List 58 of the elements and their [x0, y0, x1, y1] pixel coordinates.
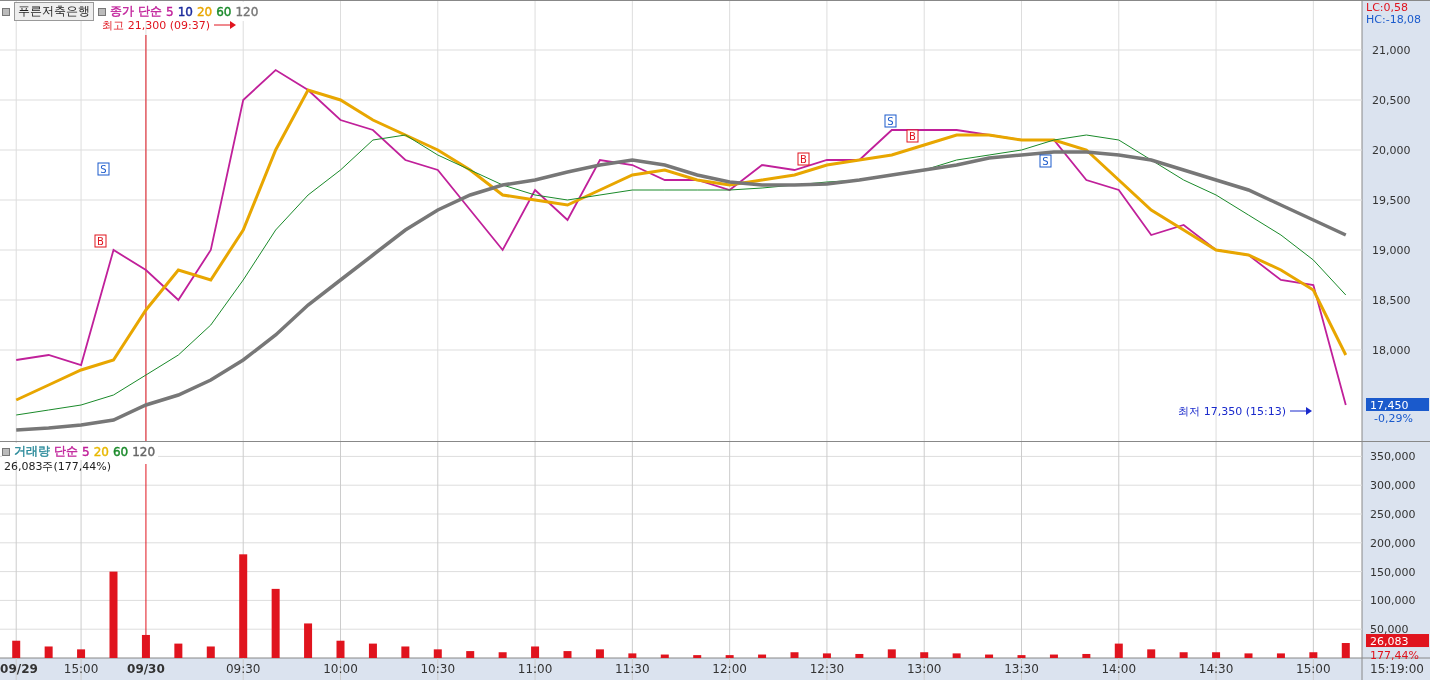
extreme-price-label: 최저 17,350 (15:13)	[1178, 405, 1286, 418]
signal-marker: S	[884, 114, 897, 128]
axis-tick-label: 350,000	[1370, 450, 1416, 464]
axis-tick-label: 150,000	[1370, 565, 1416, 579]
current-volume-tag: 26,083	[1366, 634, 1429, 648]
legend-label: 20	[93, 444, 109, 459]
legend-label: 5	[82, 444, 90, 459]
axis-tick-label: 21,000	[1372, 44, 1411, 57]
legend-label: 10	[177, 4, 193, 19]
current-price-tag: 17,450	[1366, 398, 1429, 412]
legend-label: 120	[235, 4, 259, 19]
axis-tick-label: 19,500	[1372, 194, 1411, 207]
time-tick-label: 11:00	[517, 662, 553, 676]
legend-label: 20	[196, 4, 213, 19]
extreme-price-label: 최고 21,300 (09:37)	[102, 19, 210, 32]
time-tick-label: 11:30	[615, 662, 650, 676]
axis-tick-label: 50,000	[1370, 623, 1409, 637]
time-tick-label: 12:30	[809, 662, 845, 676]
axis-tick-label: 20,000	[1372, 144, 1411, 157]
time-tick-label: 13:30	[1004, 662, 1039, 676]
time-tick-label: 15:00	[1296, 662, 1331, 676]
legend-label: 단순	[54, 443, 78, 460]
volume-summary: 26,083주(177,44%)	[4, 459, 111, 474]
end-time-label: 15:19:00	[1370, 662, 1424, 676]
time-tick-label: 13:00	[906, 662, 942, 676]
signal-marker: B	[797, 152, 810, 166]
price-change: -0,29%	[1374, 412, 1413, 425]
time-tick-label: 15:00	[63, 662, 99, 676]
signal-marker: B	[906, 129, 919, 143]
legend-label: 60	[112, 444, 129, 459]
axis-tick-label: 20,500	[1372, 94, 1411, 107]
time-tick-label: 09:30	[225, 662, 261, 676]
axis-tick-label: 18,500	[1372, 294, 1411, 307]
stat-label: HC:-18,08	[1366, 13, 1422, 26]
axis-tick-label: 200,000	[1370, 536, 1416, 550]
signal-marker: B	[94, 234, 107, 248]
time-tick-label: 12:00	[712, 662, 747, 676]
stat-label: LC:0,58	[1366, 1, 1408, 14]
time-tick-label: 09/29	[0, 662, 38, 676]
time-tick-label: 14:00	[1101, 662, 1137, 676]
signal-marker: S	[1039, 154, 1052, 168]
axis-tick-label: 100,000	[1370, 594, 1416, 608]
time-tick-label: 10:30	[420, 662, 456, 676]
legend-label: 5	[166, 4, 174, 19]
legend-label: 종가	[110, 3, 134, 20]
time-tick-label: 14:30	[1198, 662, 1234, 676]
time-tick-label: 09/30	[127, 662, 165, 676]
axis-tick-label: 18,000	[1372, 344, 1411, 357]
legend-label: 단순	[138, 3, 162, 20]
axis-tick-label: 250,000	[1370, 508, 1416, 521]
signal-marker: S	[97, 162, 110, 176]
legend-label: 거래량	[14, 443, 50, 460]
axis-tick-label: 300,000	[1370, 479, 1416, 493]
volume-ratio: 177,44%	[1370, 649, 1419, 662]
axis-tick-label: 19,000	[1372, 244, 1411, 257]
time-tick-label: 10:00	[323, 662, 358, 676]
legend-label: 120	[132, 444, 156, 459]
legend-label: 60	[216, 4, 232, 19]
